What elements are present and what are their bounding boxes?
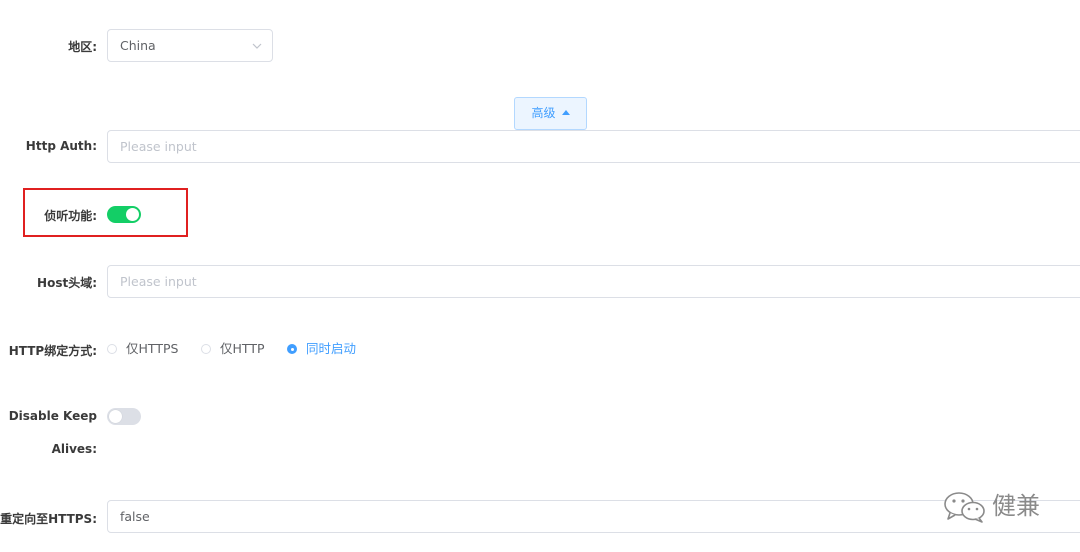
radio-circle: [201, 344, 211, 354]
redirect-https-value: false: [120, 509, 150, 524]
radio-both[interactable]: 同时启动: [287, 342, 356, 356]
radio-http-only[interactable]: 仅HTTP: [201, 342, 265, 356]
disable-keepalives-label-line1: Disable Keep: [8, 409, 97, 423]
advanced-button-label: 高级: [531, 106, 556, 120]
host-header-placeholder: Please input: [120, 274, 197, 289]
switch-knob: [126, 208, 139, 221]
disable-keepalives-switch[interactable]: [107, 408, 141, 425]
http-binding-label: HTTP绑定方式:: [8, 344, 97, 358]
switch-knob: [109, 410, 122, 423]
listen-label: 侦听功能:: [44, 209, 97, 223]
radio-circle-checked: [287, 344, 297, 354]
chevron-down-icon: [252, 43, 262, 49]
radio-https-only[interactable]: 仅HTTPS: [107, 342, 178, 356]
wechat-icon: [944, 492, 985, 523]
region-label: 地区:: [68, 40, 97, 54]
region-value: China: [120, 38, 156, 53]
http-auth-placeholder: Please input: [120, 139, 197, 154]
http-auth-label: Http Auth:: [25, 139, 97, 153]
disable-keepalives-label-line2: Alives:: [51, 442, 97, 456]
redirect-https-label: 重定向至HTTPS:: [0, 512, 97, 526]
host-header-label: Host头域:: [37, 276, 97, 290]
advanced-toggle-button[interactable]: 高级: [514, 97, 587, 130]
watermark: 健兼: [942, 486, 1040, 526]
host-header-input[interactable]: Please input: [107, 265, 1080, 298]
radio-http-only-label: 仅HTTP: [220, 341, 265, 356]
watermark-text: 健兼: [992, 492, 1040, 520]
listen-switch[interactable]: [107, 206, 141, 223]
http-auth-input[interactable]: Please input: [107, 130, 1080, 163]
radio-both-label: 同时启动: [306, 341, 357, 356]
caret-up-icon: [561, 110, 570, 115]
radio-https-only-label: 仅HTTPS: [126, 341, 179, 356]
redirect-https-input[interactable]: false: [107, 500, 1080, 533]
radio-circle: [107, 344, 117, 354]
region-select[interactable]: China: [107, 29, 273, 62]
